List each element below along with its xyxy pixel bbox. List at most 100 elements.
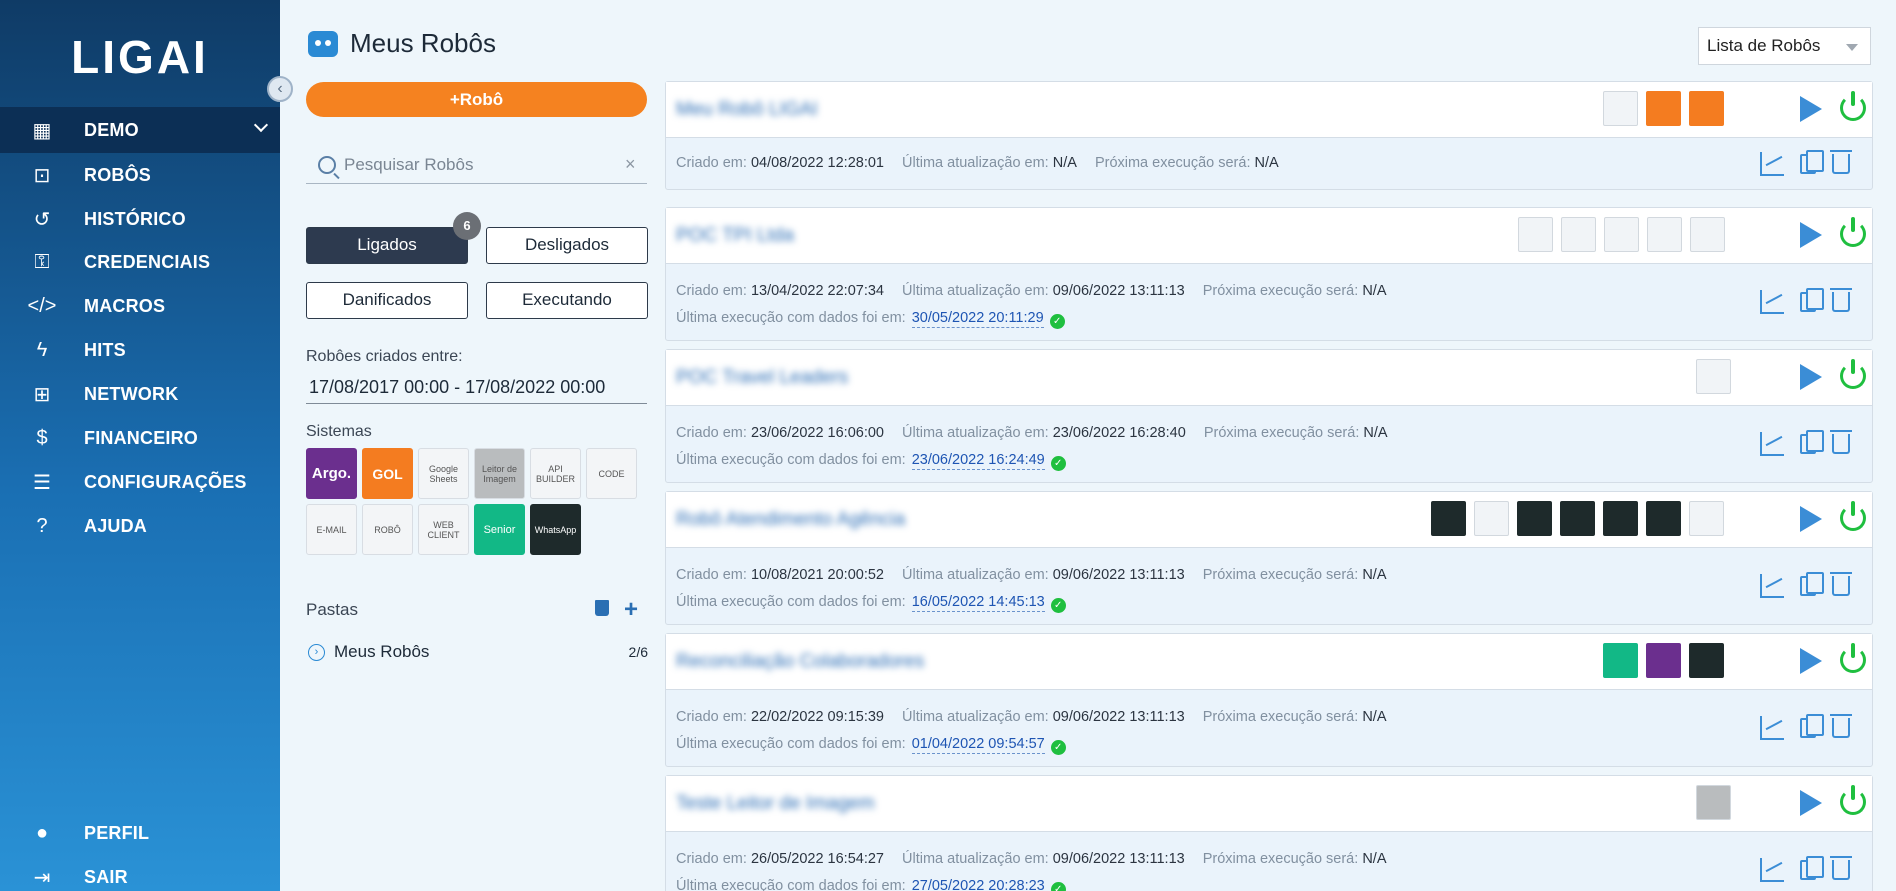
system-robo[interactable]: ROBÔ (362, 504, 413, 555)
play-icon[interactable] (1800, 96, 1822, 122)
trash-icon[interactable] (1830, 714, 1852, 738)
sidebar-item-robos[interactable]: ⊡ ROBÔS (0, 155, 280, 195)
code-icon (1689, 501, 1724, 536)
sidebar-item-sair[interactable]: ⇥ SAIR (0, 857, 280, 891)
search-input[interactable] (344, 154, 625, 175)
last-execution-link[interactable]: 27/05/2022 20:28:23 (911, 878, 1045, 891)
system-gol[interactable]: GOL (362, 448, 413, 499)
robot-name[interactable]: Meu Robô LIGAI (676, 99, 818, 121)
robot-icon (308, 30, 338, 57)
add-robot-button[interactable]: +Robô (306, 82, 647, 117)
sidebar-item-ajuda[interactable]: ? AJUDA (0, 506, 280, 546)
chart-icon[interactable] (1760, 432, 1784, 456)
chart-icon[interactable] (1760, 574, 1784, 598)
org-selector[interactable]: ▦ DEMO (0, 107, 280, 153)
sidebar-item-historico[interactable]: ↺ HISTÓRICO (0, 199, 280, 239)
robot-name[interactable]: POC TPI Ltda (676, 225, 794, 247)
folder-item[interactable]: › Meus Robôs 2/6 (308, 642, 648, 662)
date-range-label: Robôes criados entre: (306, 348, 463, 365)
sidebar-item-perfil[interactable]: ● PERFIL (0, 813, 280, 853)
play-icon[interactable] (1800, 648, 1822, 674)
code-icon (1561, 217, 1596, 252)
power-icon[interactable] (1840, 501, 1866, 531)
sidebar-item-financeiro[interactable]: $ FINANCEIRO (0, 418, 280, 458)
power-icon[interactable] (1840, 359, 1866, 389)
trash-icon[interactable] (1830, 572, 1852, 596)
close-icon[interactable]: × (625, 154, 647, 175)
gol-icon (1646, 91, 1681, 126)
search-icon (318, 155, 336, 174)
page-title: Meus Robôs (350, 28, 496, 58)
google-sheets-icon (1474, 501, 1509, 536)
api-builder-icon (1603, 91, 1638, 126)
last-execution-link[interactable]: 30/05/2022 20:11:29 (911, 310, 1044, 328)
robot-systems (1603, 91, 1724, 126)
check-icon: ✓ (1049, 314, 1065, 329)
robot-name[interactable]: Teste Leitor de Imagem (676, 793, 875, 815)
chart-icon[interactable] (1760, 858, 1784, 882)
filter-desligados-button[interactable]: Desligados (486, 227, 648, 264)
trash-icon[interactable] (1830, 856, 1852, 880)
last-execution-link[interactable]: 01/04/2022 09:54:57 (911, 736, 1045, 754)
sidebar-item-hits[interactable]: ϟ HITS (0, 330, 280, 370)
system-code[interactable]: CODE (586, 448, 637, 499)
power-icon[interactable] (1840, 785, 1866, 815)
search-box: × (306, 146, 647, 184)
sidebar-item-configuracoes[interactable]: ☰ CONFIGURAÇÕES (0, 462, 280, 502)
last-execution-link[interactable]: 16/05/2022 14:45:13 (911, 594, 1045, 612)
system-argo[interactable]: Argo. (306, 448, 357, 499)
chart-icon[interactable] (1760, 290, 1784, 314)
filter-executando-button[interactable]: Executando (486, 282, 648, 319)
play-icon[interactable] (1800, 222, 1822, 248)
copy-icon[interactable] (1800, 856, 1824, 880)
robot-name[interactable]: POC Travel Leaders (676, 367, 848, 389)
add-folder-icon[interactable]: + (624, 596, 638, 624)
trash-icon[interactable] (1830, 430, 1852, 454)
robot-name[interactable]: Reconciliação Colaboradores (676, 651, 924, 673)
system-web-client[interactable]: WEB CLIENT (418, 504, 469, 555)
filter-danificados-button[interactable]: Danificados (306, 282, 468, 319)
system-whatsapp[interactable]: WhatsApp (530, 504, 581, 555)
filter-ligados-button[interactable]: Ligados 6 (306, 212, 481, 264)
trash-icon[interactable] (1830, 149, 1852, 174)
system-leitor-imagem[interactable]: Leitor de Imagem (474, 448, 525, 499)
system-api-builder[interactable]: API BUILDER (530, 448, 581, 499)
building-icon: ▦ (32, 119, 52, 142)
chart-icon[interactable] (1760, 151, 1784, 176)
play-icon[interactable] (1800, 364, 1822, 390)
robot-name[interactable]: Robô Atendimento Agência (676, 509, 905, 531)
delete-folder-icon[interactable] (595, 600, 609, 616)
whatsapp-icon (1689, 643, 1724, 678)
trash-icon[interactable] (1830, 288, 1852, 312)
whatsapp-icon (1560, 501, 1595, 536)
power-icon[interactable] (1840, 91, 1866, 121)
list-view-select[interactable]: Lista de Robôs (1698, 27, 1871, 65)
systems-grid: Argo. GOL Google Sheets Leitor de Imagem… (306, 448, 651, 555)
sidebar-item-macros[interactable]: </> MACROS (0, 286, 280, 326)
copy-icon[interactable] (1800, 572, 1824, 596)
play-icon[interactable] (1800, 790, 1822, 816)
system-email[interactable]: E-MAIL (306, 504, 357, 555)
ligai-logo[interactable]: LIGAI (0, 30, 280, 84)
date-range-input[interactable]: 17/08/2017 00:00 - 17/08/2022 00:00 (306, 372, 647, 404)
power-icon[interactable] (1840, 643, 1866, 673)
copy-icon[interactable] (1800, 714, 1824, 738)
copy-icon[interactable] (1800, 288, 1824, 312)
web-client-icon (1690, 217, 1725, 252)
copy-icon[interactable] (1800, 430, 1824, 454)
robot-systems (1431, 501, 1724, 536)
chart-icon[interactable] (1760, 716, 1784, 740)
last-execution-link[interactable]: 23/06/2022 16:24:49 (911, 452, 1045, 470)
bolt-icon: ϟ (36, 338, 48, 361)
system-google-sheets[interactable]: Google Sheets (418, 448, 469, 499)
power-icon[interactable] (1840, 217, 1866, 247)
sidebar-collapse-button[interactable]: ‹ (267, 76, 293, 102)
sidebar-item-network[interactable]: ⊞ NETWORK (0, 374, 280, 414)
play-icon[interactable] (1800, 506, 1822, 532)
folders-label: Pastas (306, 600, 358, 619)
user-icon: ● (35, 821, 49, 844)
sidebar-item-credenciais[interactable]: ⚿ CREDENCIAIS (0, 242, 280, 282)
copy-icon[interactable] (1800, 149, 1824, 174)
system-senior[interactable]: Senior (474, 504, 525, 555)
check-icon: ✓ (1050, 456, 1066, 471)
